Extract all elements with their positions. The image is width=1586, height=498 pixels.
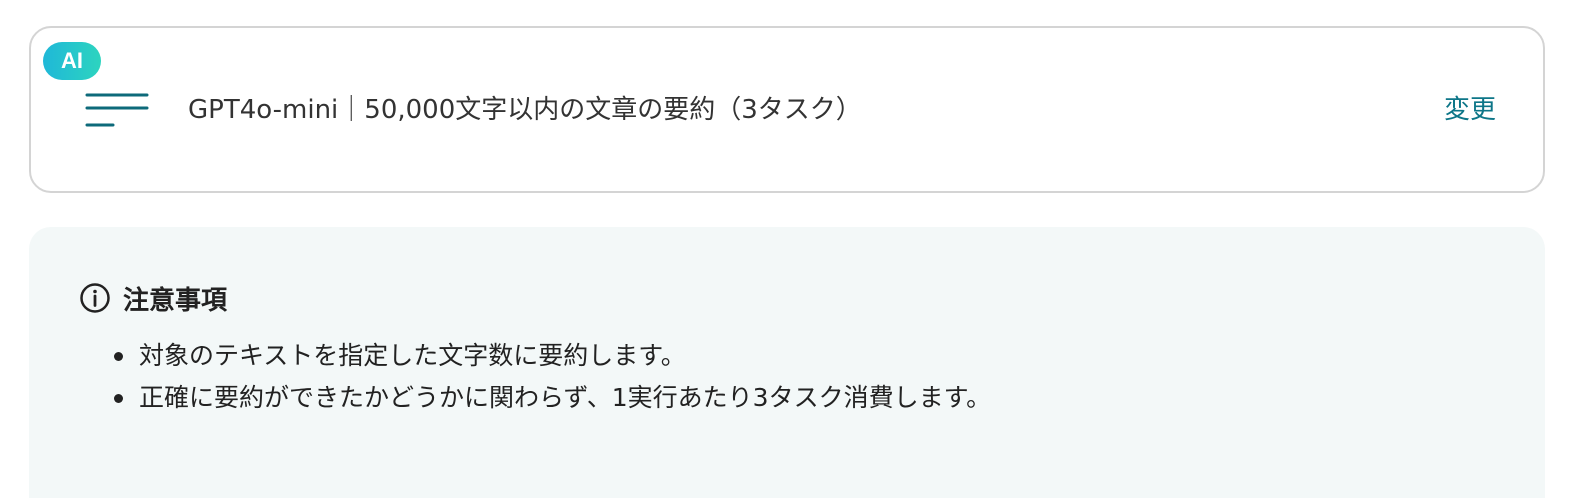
menu-lines-icon [85, 93, 149, 127]
notice-header: 注意事項 [79, 278, 227, 318]
bullet-icon [114, 394, 123, 403]
action-title: GPT4o-mini｜50,000文字以内の文章の要約（3タスク） [188, 95, 862, 125]
bullet-icon [114, 352, 123, 361]
notice-title: 注意事項 [123, 285, 228, 316]
ai-badge: AI [43, 42, 101, 80]
notice-item-text: 対象のテキストを指定した文字数に要約します。 [139, 341, 686, 370]
list-item: 対象のテキストを指定した文字数に要約します。 [110, 336, 991, 378]
notice-list: 対象のテキストを指定した文字数に要約します。 正確に要約ができたかどうかに関わら… [110, 336, 991, 420]
notice-item-text: 正確に要約ができたかどうかに関わらず、1実行あたり3タスク消費します。 [139, 383, 992, 412]
list-item: 正確に要約ができたかどうかに関わらず、1実行あたり3タスク消費します。 [110, 378, 991, 420]
change-button[interactable]: 変更 [1444, 90, 1496, 130]
info-circle-icon [80, 283, 110, 313]
